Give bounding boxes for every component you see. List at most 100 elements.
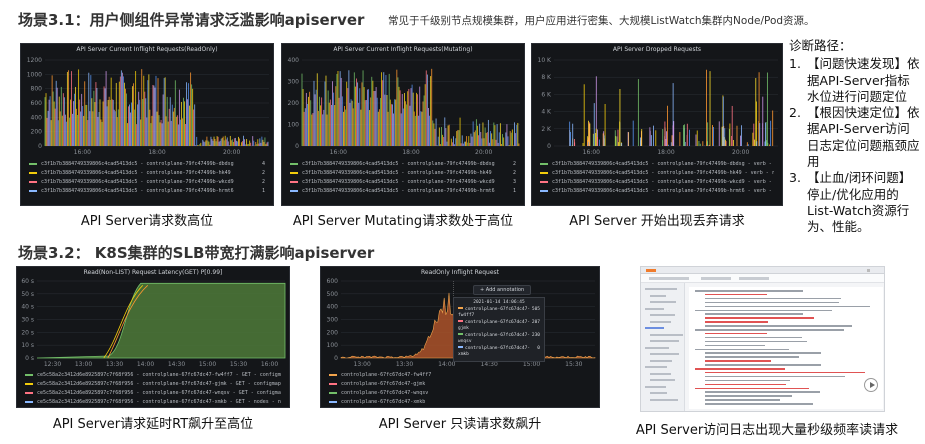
- sidebar-item[interactable]: [650, 353, 680, 355]
- play-icon: [870, 382, 875, 388]
- x-tick-label: 13:00: [354, 361, 371, 368]
- legend-entry[interactable]: c3f1b7b3884749339806c4cad5413dc5 - contr…: [290, 178, 516, 187]
- dropped-requests-chart: 10 K 8 K 6 K 4 K 2 K 0 16:00 18:00 20:00: [538, 57, 778, 156]
- log-line: [695, 329, 844, 331]
- legend-entry[interactable]: ce5c58a2c3412d6e8925897c7f68f956 - contr…: [25, 398, 281, 407]
- legend-entry[interactable]: c3f1b7b3884749339806c4cad5413dc5 - contr…: [29, 160, 265, 169]
- sidebar-item[interactable]: [650, 340, 679, 342]
- y-tick-label: 600: [31, 100, 43, 107]
- log-line: [705, 317, 814, 319]
- sidebar-item[interactable]: [650, 294, 667, 297]
- panel-title: ReadOnly Inflight Request: [421, 269, 499, 276]
- legend-entry[interactable]: c3f1b7b3884749339806c4cad5413dc5 - contr…: [540, 187, 774, 196]
- x-tick-label: 15:00: [523, 361, 540, 368]
- legend-label: controlplane-67fc67dc47-fw4ff7: [341, 372, 432, 378]
- legend-entry[interactable]: c3f1b7b3884749339806c4cad5413dc5 - contr…: [29, 187, 265, 196]
- legend-entry[interactable]: c3f1b7b3884749339806c4cad5413dc5 - contr…: [29, 169, 265, 178]
- chart-legend: ce5c58a2c3412d6e8925897c7f68f956 - contr…: [25, 371, 281, 407]
- y-tick-label: 800: [31, 86, 43, 93]
- x-tick-label: 20:00: [732, 149, 749, 156]
- legend-entry[interactable]: controlplane-67fc67dc47-gjmk: [329, 380, 591, 389]
- legend-entry[interactable]: c3f1b7b3884749339806c4cad5413dc5 - contr…: [290, 187, 516, 196]
- legend-entry[interactable]: c3f1b7b3884749339806c4cad5413dc5 - contr…: [290, 169, 516, 178]
- legend-entry[interactable]: c3f1b7b3884749339806c4cad5413dc5 - contr…: [540, 160, 774, 169]
- sidebar-item[interactable]: [650, 314, 675, 316]
- legend-entry[interactable]: controlplane-67fc67dc47-fw4ff7: [329, 371, 591, 380]
- y-tick-label: 400: [31, 114, 43, 121]
- x-tick-label: 15:00: [199, 361, 216, 368]
- scene1-note: 常见于千级别节点规模集群，用户应用进行密集、大规模ListWatch集群内Nod…: [388, 15, 815, 27]
- legend-entry[interactable]: c3f1b7b3884749339806c4cad5413dc5 - contr…: [540, 178, 774, 187]
- log-line: [705, 391, 821, 393]
- diagnosis-step: 1. 【问题快速发现】依据API-Server指标水位进行问题定位: [789, 56, 921, 105]
- tab-3[interactable]: [739, 277, 769, 280]
- legend-entry[interactable]: controlplane-67fc67dc47-wnqsv: [329, 389, 591, 398]
- play-button[interactable]: [864, 378, 878, 392]
- log-line: [695, 290, 804, 292]
- readonly-inflight-chart: 1200 1000 800 600 400 200 0 16:00 18:00 20:00: [27, 57, 269, 156]
- x-tick-label: 12:30: [44, 361, 61, 368]
- tab-2[interactable]: [701, 277, 731, 280]
- legend-label: controlplane-67fc67dc47-xmkb: [341, 399, 426, 405]
- sidebar-item[interactable]: [645, 385, 667, 388]
- legend-value: 4: [261, 161, 265, 167]
- sidebar-item[interactable]: [645, 307, 664, 310]
- sidebar-item[interactable]: [650, 379, 675, 381]
- sidebar-item[interactable]: [645, 288, 678, 290]
- y-tick-label: 0: [295, 143, 299, 150]
- x-tick-label: 16:00: [583, 149, 600, 156]
- sidebar-item[interactable]: [650, 398, 679, 401]
- log-line: [705, 336, 802, 339]
- sidebar-item[interactable]: [650, 320, 671, 323]
- legend-entry[interactable]: c3f1b7b3884749339806c4cad5413dc5 - contr…: [540, 169, 774, 178]
- access-log-screenshot: [640, 266, 885, 412]
- add-annotation-button[interactable]: + Add annotation: [473, 285, 532, 295]
- sidebar-item[interactable]: [650, 301, 677, 303]
- legend-value: 3: [512, 179, 516, 185]
- sidebar-item[interactable]: [650, 372, 672, 375]
- x-tick-label: 13:00: [75, 361, 92, 368]
- legend-label: c3f1b7b3884749339806c4cad5413dc5 - contr…: [552, 170, 774, 176]
- panel-title: API Server Current Inflight Requests(Rea…: [76, 46, 218, 53]
- x-tick-label: 16:00: [330, 149, 347, 156]
- legend-value: 2: [261, 179, 265, 185]
- log-line: [705, 325, 852, 327]
- log-line: [695, 368, 785, 370]
- tab-bar: [641, 274, 884, 283]
- log-line: [705, 321, 769, 323]
- log-line: [705, 395, 792, 397]
- legend-entry[interactable]: ce5c58a2c3412d6e8925897c7f68f956 - contr…: [25, 380, 281, 389]
- tab-1[interactable]: [649, 277, 689, 280]
- tooltip-series: controlplane-67fc67dc47-wnqsv: [458, 332, 531, 345]
- legend-label: c3f1b7b3884749339806c4cad5413dc5 - contr…: [552, 188, 774, 194]
- log-line: [705, 332, 768, 335]
- legend-label: c3f1b7b3884749339806c4cad5413dc5 - contr…: [41, 170, 231, 176]
- legend-entry[interactable]: ce5c58a2c3412d6e8925897c7f68f956 - contr…: [25, 389, 281, 398]
- tooltip-value: 230: [531, 332, 540, 338]
- legend-swatch: [290, 162, 298, 165]
- log-line: [705, 301, 840, 304]
- x-tick-label: 15:30: [565, 361, 582, 368]
- sidebar-item[interactable]: [645, 346, 670, 349]
- legend-entry[interactable]: ce5c58a2c3412d6e8925897c7f68f956 - contr…: [25, 371, 281, 380]
- legend-entry[interactable]: controlplane-67fc67dc47-xmkb: [329, 398, 591, 407]
- legend-label: c3f1b7b3884749339806c4cad5413dc5 - contr…: [552, 161, 774, 167]
- scene1-title: 场景3.1：用户侧组件异常请求泛滥影响apiserver: [18, 11, 365, 29]
- sidebar-item[interactable]: [650, 333, 683, 336]
- sidebar-item[interactable]: [645, 327, 665, 329]
- caption-4: API Server请求延时RT飙升至高位: [52, 417, 254, 432]
- step-number: 3.: [789, 170, 801, 186]
- sidebar-item[interactable]: [645, 366, 668, 368]
- legend-entry[interactable]: c3f1b7b3884749339806c4cad5413dc5 - contr…: [290, 160, 516, 169]
- x-tick-label: 14:30: [168, 361, 185, 368]
- y-tick-label: 40 s: [21, 304, 34, 311]
- sidebar-item[interactable]: [650, 359, 672, 362]
- readonly-request-panel: ReadOnly Inflight Request 600 500 400 300 20…: [320, 266, 600, 408]
- tooltip-series: controlplane-67fc67dc47-xmkb: [458, 345, 531, 358]
- legend-entry[interactable]: c3f1b7b3884749339806c4cad5413dc5 - contr…: [29, 178, 265, 187]
- step-text: 【根因快速定位】依据API-Server访问日志定位问题瓶颈应用: [807, 105, 920, 170]
- y-tick-label: 200: [288, 100, 300, 107]
- sidebar-item[interactable]: [650, 392, 668, 394]
- legend-swatch: [29, 171, 37, 174]
- log-line: [695, 348, 790, 351]
